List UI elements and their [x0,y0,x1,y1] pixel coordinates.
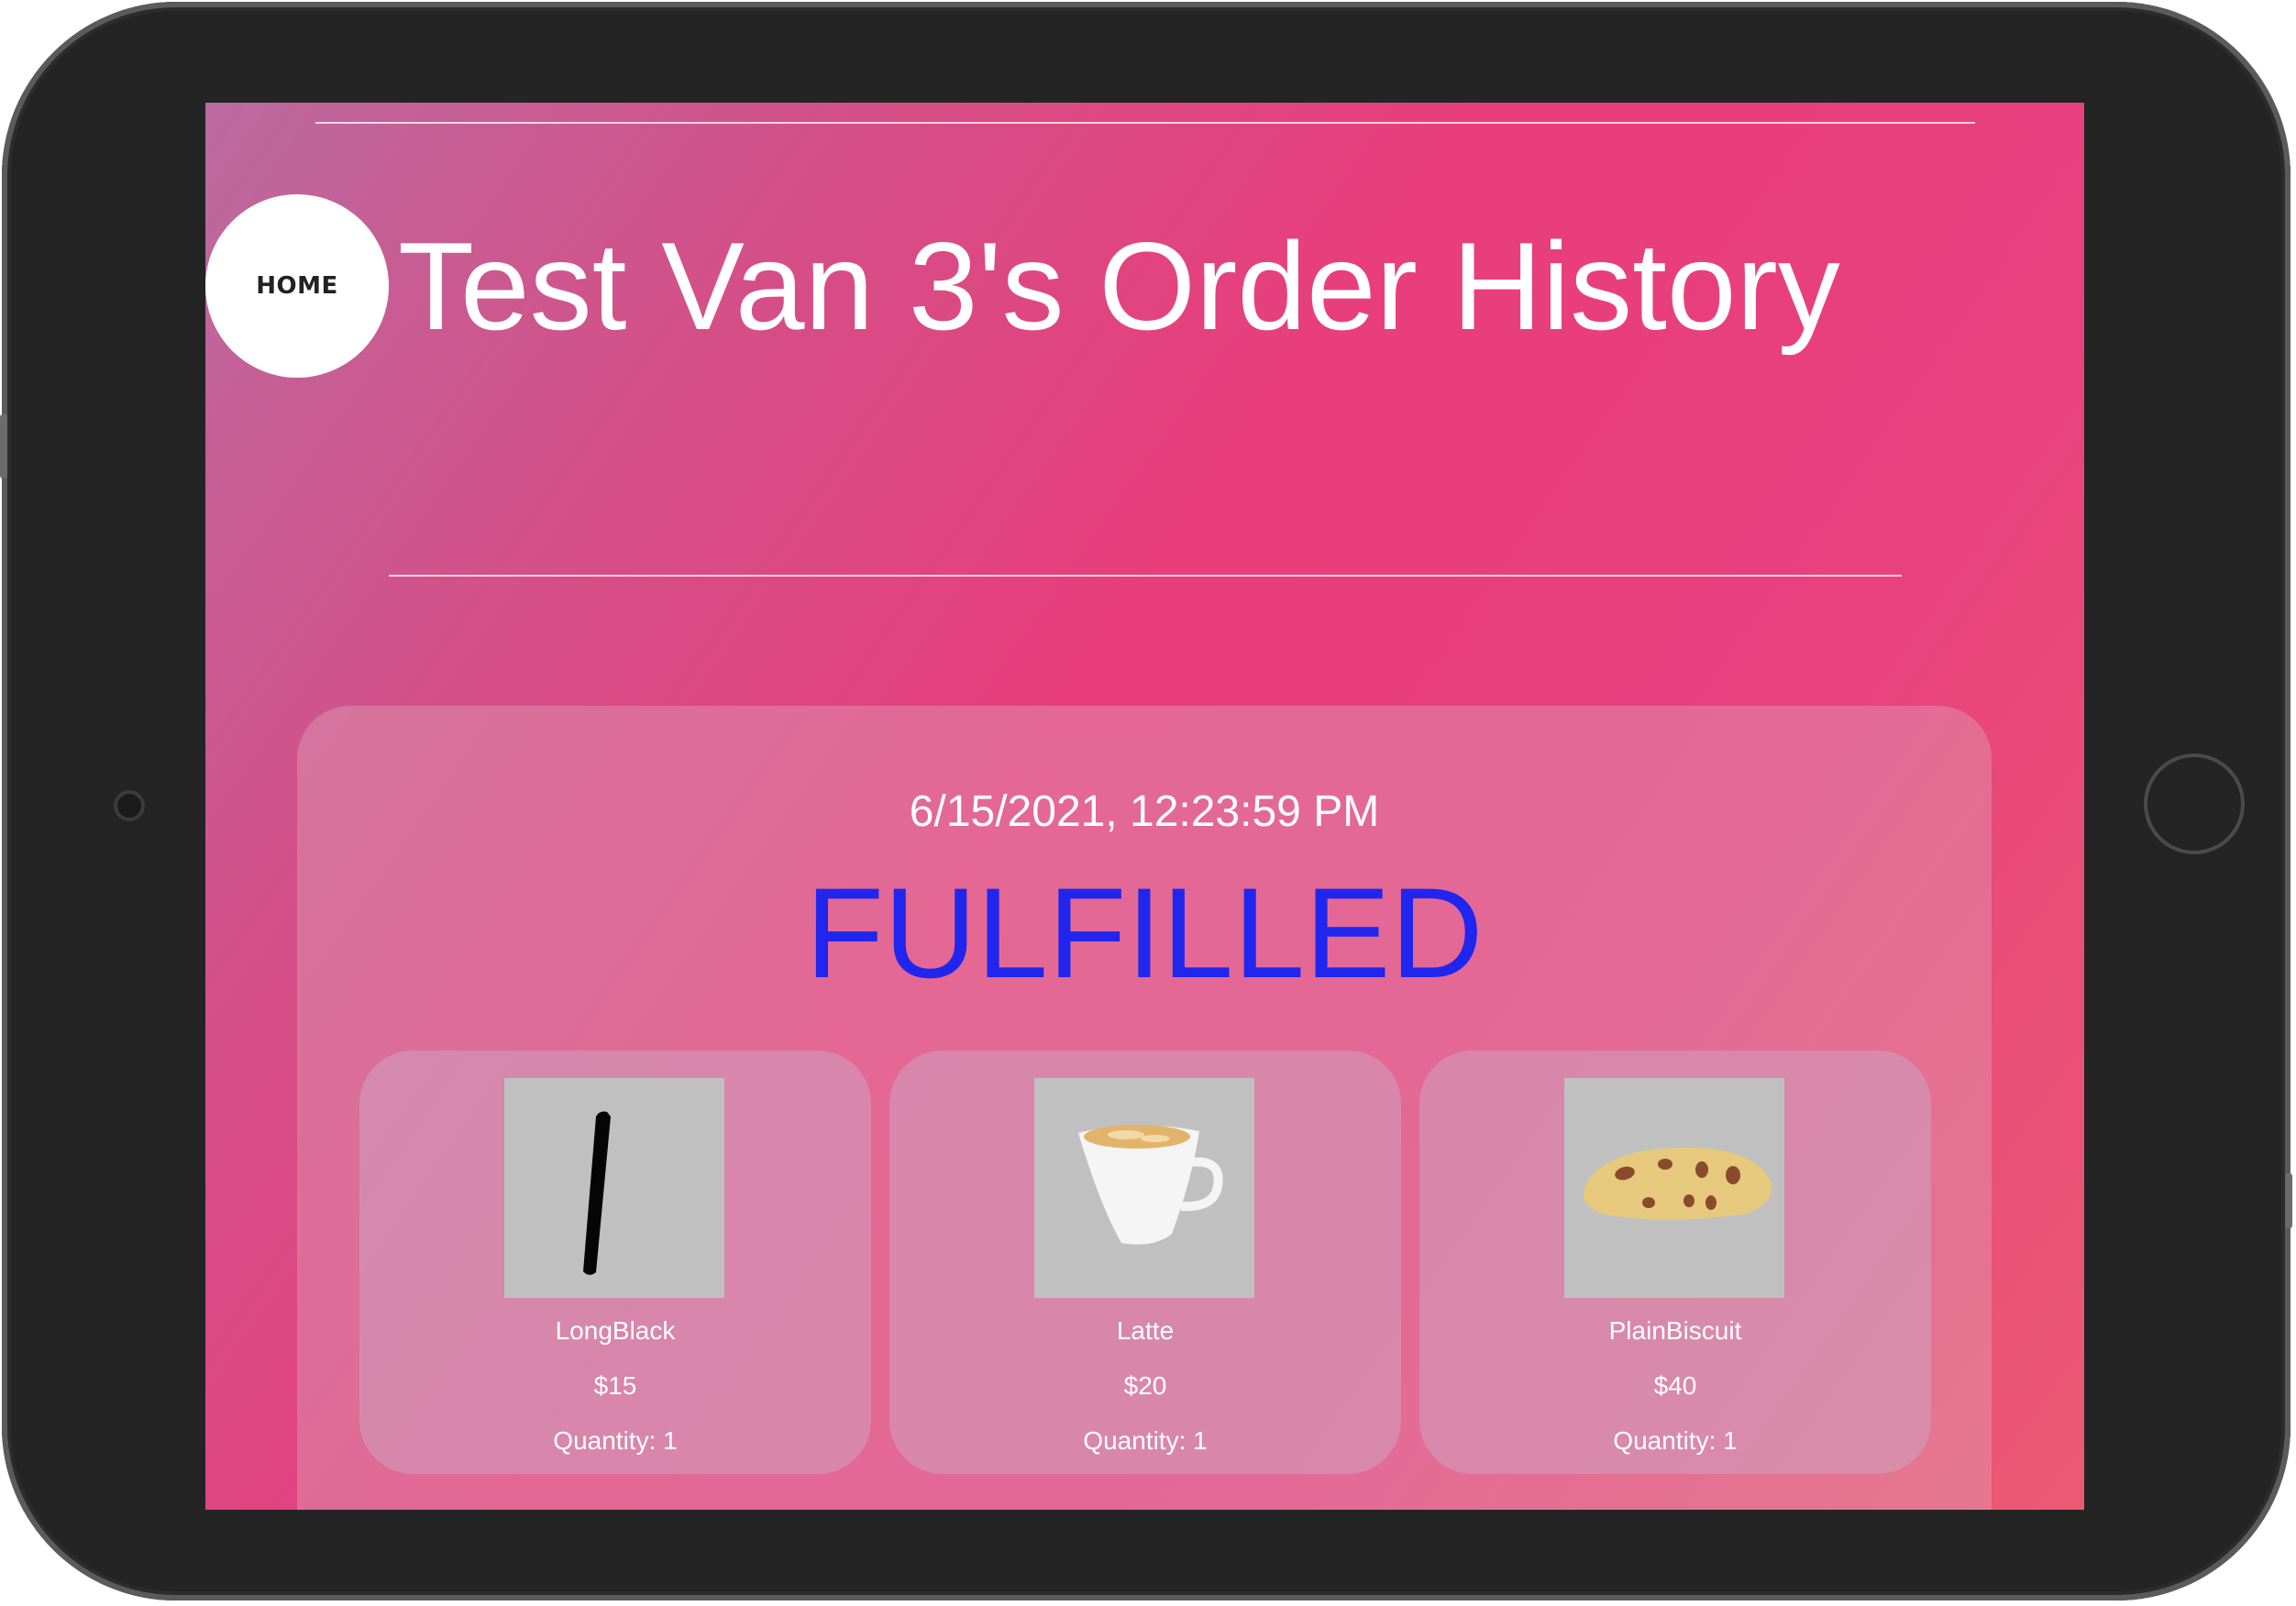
app-screen: HOME Test Van 3's Order History 6/15/202… [205,103,2084,1510]
item-price: $40 [1653,1371,1697,1400]
item-price: $15 [593,1371,637,1400]
page-title: Test Van 3's Order History [398,216,1840,356]
order-status: FULFILLED [805,861,1484,1005]
camera-icon [114,790,145,821]
item-quantity: Quantity: 1 [1083,1426,1208,1455]
item-card-latte[interactable]: Latte $20 Quantity: 1 [889,1050,1401,1474]
home-button[interactable]: HOME [205,194,389,378]
biscuit-icon [1564,1078,1784,1298]
order-card: 6/15/2021, 12:23:59 PM FULFILLED LongBla… [297,706,1992,1510]
long-black-icon [504,1078,724,1298]
hardware-home-button [2144,754,2245,854]
item-card-longblack[interactable]: LongBlack $15 Quantity: 1 [359,1050,871,1474]
item-quantity: Quantity: 1 [1613,1426,1738,1455]
header-divider [389,575,1902,577]
latte-cup-icon [1034,1078,1254,1298]
top-divider [315,122,1975,124]
item-card-plainbiscuit[interactable]: PlainBiscuit $40 Quantity: 1 [1419,1050,1931,1474]
order-date: 6/15/2021, 12:23:59 PM [909,787,1380,836]
item-name: Latte [1116,1316,1175,1345]
item-name: PlainBiscuit [1608,1316,1742,1345]
volume-button [0,414,7,478]
item-quantity: Quantity: 1 [553,1426,678,1455]
item-price: $20 [1123,1371,1167,1400]
side-button [2285,1173,2292,1228]
order-items: LongBlack $15 Quantity: 1 Latte $20 Quan [359,1050,1933,1474]
item-name: LongBlack [555,1316,676,1345]
